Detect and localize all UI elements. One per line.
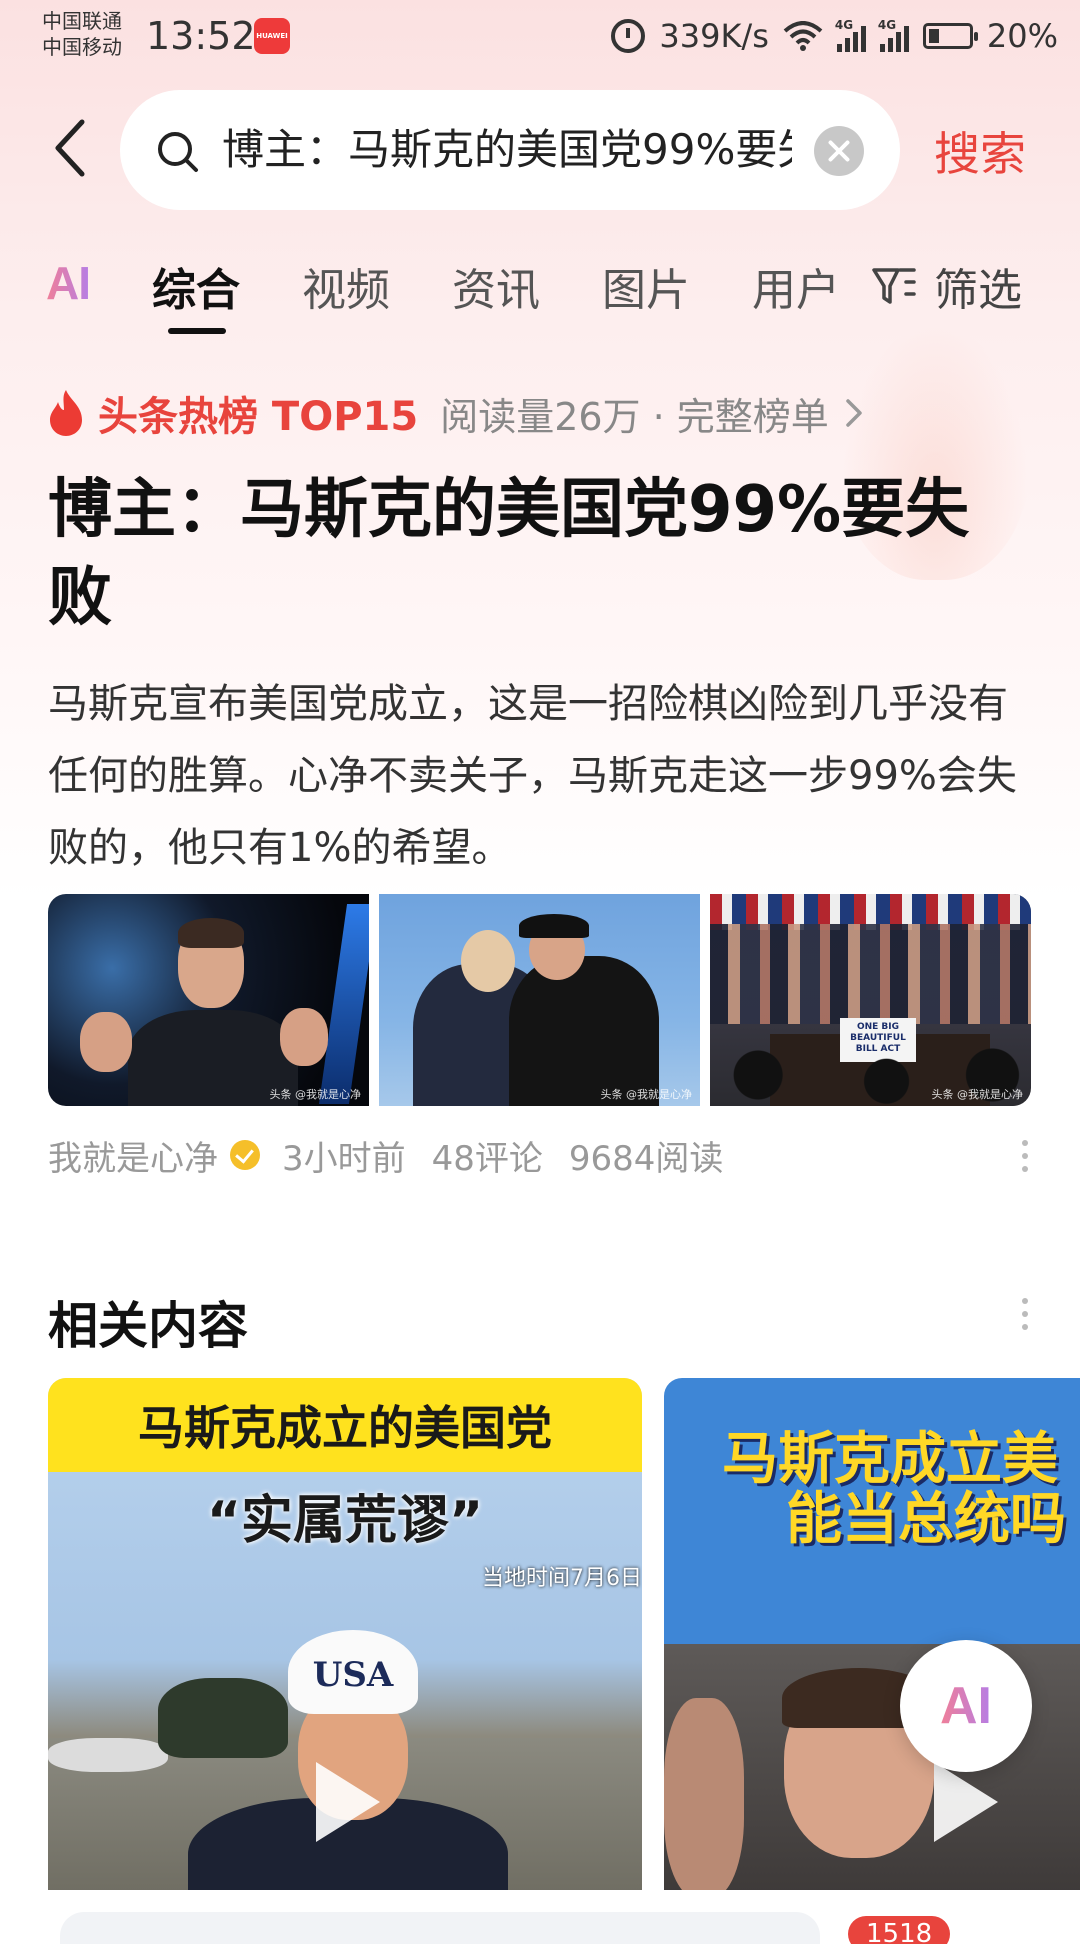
flame-icon bbox=[50, 390, 82, 436]
carrier-info: 中国联通 中国移动 bbox=[42, 8, 122, 60]
tab-video[interactable]: 视频 bbox=[302, 254, 390, 318]
card-2-title-line-2: 能当总统吗 bbox=[786, 1487, 1066, 1552]
verified-icon bbox=[230, 1140, 260, 1170]
article-meta: 我就是心净 3小时前 48评论 9684阅读 bbox=[48, 1130, 723, 1180]
comment-count: 48评论 bbox=[431, 1138, 543, 1179]
status-bar: 中国联通 中国移动 13:52 HUAWEI 339K/s 4G 4G 20% bbox=[0, 0, 1080, 78]
card-1-top-text: 马斯克成立的美国党 bbox=[138, 1401, 552, 1455]
article-headline[interactable]: 博主：马斯克的美国党99%要失败 bbox=[48, 466, 1008, 642]
status-time: 13:52 bbox=[146, 14, 256, 58]
hot-list-banner[interactable]: 头条热榜 TOP15 阅读量26万 · 完整榜单 bbox=[46, 385, 865, 441]
play-icon[interactable] bbox=[934, 1762, 998, 1842]
article-summary[interactable]: 马斯克宣布美国党成立，这是一招险棋凶险到几乎没有任何的胜算。心净不卖关子，马斯克… bbox=[48, 668, 1028, 884]
bottom-comment-bar[interactable] bbox=[60, 1912, 820, 1944]
image-3-watermark: 头条 @我就是心净 bbox=[931, 1088, 1024, 1101]
image-1-watermark: 头条 @我就是心净 bbox=[269, 1088, 362, 1101]
article-image-2[interactable]: 头条 @我就是心净 bbox=[379, 894, 700, 1106]
ai-fab-label: AI bbox=[940, 1677, 992, 1735]
post-time: 3小时前 bbox=[282, 1138, 406, 1179]
card-1-timestamp: 当地时间7月6日 bbox=[482, 1566, 642, 1591]
signal-icon-2: 4G bbox=[877, 18, 909, 52]
read-count: 9684阅读 bbox=[568, 1138, 724, 1179]
article-image-row[interactable]: 头条 @我就是心净 头条 @我就是心净 ONE BIG BEAUTIFUL BI… bbox=[48, 894, 1032, 1106]
clear-search-icon[interactable] bbox=[814, 126, 864, 176]
result-tabs: AI 综合 视频 资讯 图片 用户 筛选 bbox=[0, 250, 1080, 340]
signal-icon-1: 4G bbox=[834, 18, 866, 52]
tab-users[interactable]: 用户 bbox=[752, 254, 840, 318]
signal-2-label: 4G bbox=[877, 18, 897, 32]
tab-ai[interactable]: AI bbox=[46, 256, 91, 310]
search-button[interactable]: 搜索 bbox=[934, 118, 1026, 184]
carrier-2: 中国移动 bbox=[42, 35, 122, 59]
image-2-watermark: 头条 @我就是心净 bbox=[600, 1088, 693, 1101]
notification-badge: 1518 bbox=[848, 1916, 951, 1944]
signal-1-label: 4G bbox=[834, 18, 854, 32]
related-section-title: 相关内容 bbox=[48, 1297, 248, 1355]
play-icon[interactable] bbox=[316, 1762, 380, 1842]
filter-icon[interactable] bbox=[870, 264, 918, 308]
wifi-icon bbox=[783, 21, 823, 51]
search-icon bbox=[158, 132, 198, 172]
ai-assistant-button[interactable]: AI bbox=[900, 1640, 1032, 1772]
related-video-card-2[interactable]: 马斯克成立美 能当总统吗 bbox=[664, 1378, 1080, 1890]
back-arrow-icon[interactable] bbox=[50, 118, 90, 178]
card-1-quote: “实属荒谬” bbox=[206, 1491, 484, 1551]
card-1-cap-text: USA bbox=[288, 1630, 418, 1714]
article-image-3[interactable]: ONE BIG BEAUTIFUL BILL ACT 头条 @我就是心净 bbox=[710, 894, 1031, 1106]
filter-label[interactable]: 筛选 bbox=[934, 254, 1022, 318]
huawei-app-icon: HUAWEI bbox=[254, 18, 290, 54]
carrier-1: 中国联通 bbox=[42, 9, 122, 33]
tab-news[interactable]: 资讯 bbox=[452, 254, 540, 318]
net-speed: 339K/s bbox=[659, 17, 769, 55]
search-input[interactable]: 博主：马斯克的美国党99%要失败 bbox=[222, 118, 792, 182]
status-right-icons: 339K/s 4G 4G 20% bbox=[611, 14, 1058, 58]
tab-comprehensive[interactable]: 综合 bbox=[152, 254, 240, 318]
more-options-icon[interactable] bbox=[1020, 1140, 1030, 1180]
active-tab-indicator bbox=[168, 328, 226, 334]
battery-icon bbox=[922, 23, 978, 49]
article-image-1[interactable]: 头条 @我就是心净 bbox=[48, 894, 369, 1106]
alarm-icon bbox=[611, 19, 646, 53]
author-name[interactable]: 我就是心净 bbox=[48, 1131, 218, 1180]
hot-list-meta: 阅读量26万 · 完整榜单 bbox=[440, 394, 829, 439]
battery-percent: 20% bbox=[986, 17, 1058, 55]
related-more-icon[interactable] bbox=[1020, 1298, 1030, 1338]
tab-images[interactable]: 图片 bbox=[602, 254, 690, 318]
chevron-right-icon bbox=[846, 399, 862, 427]
related-video-card-1[interactable]: 马斯克成立的美国党 “实属荒谬” 当地时间7月6日 USA bbox=[48, 1378, 642, 1890]
search-box[interactable]: 博主：马斯克的美国党99%要失败 bbox=[120, 90, 900, 210]
hot-list-title: 头条热榜 TOP15 bbox=[98, 394, 419, 440]
